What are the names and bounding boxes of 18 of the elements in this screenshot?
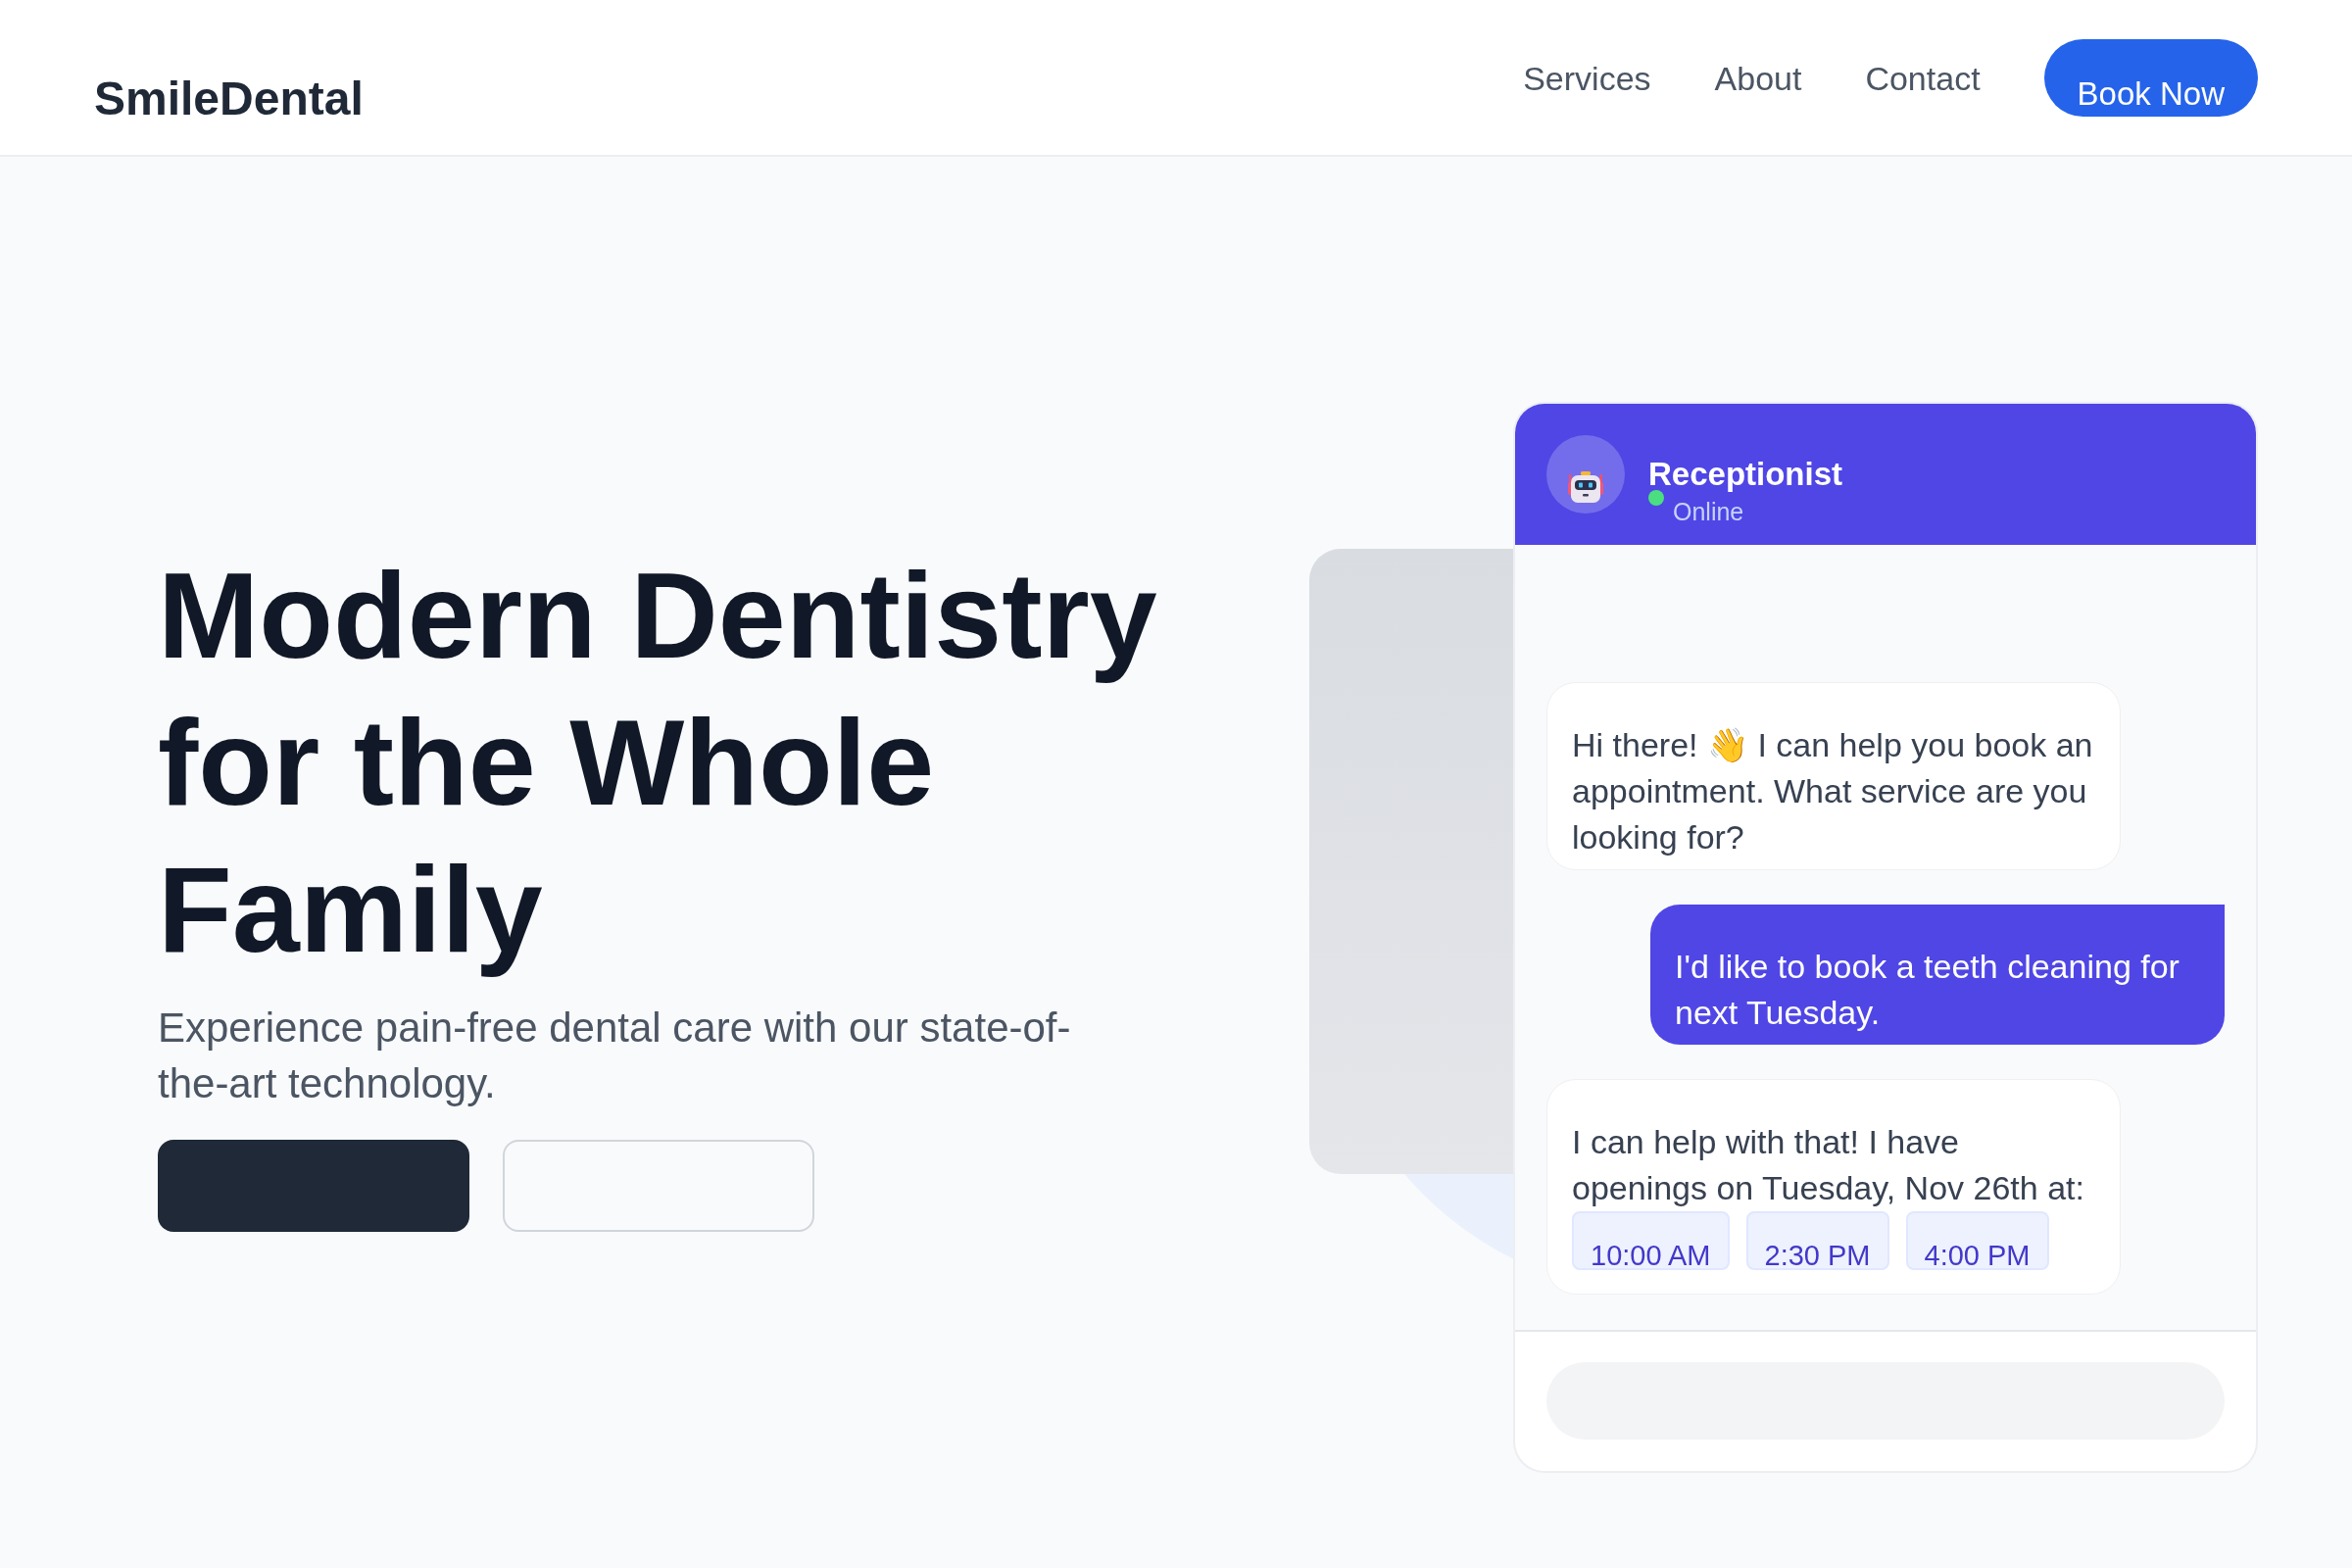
message-text: I'd like to book a teeth cleaning for next Tuesday. <box>1675 947 2180 1033</box>
time-slot-button[interactable]: 2:30 PM <box>1745 1211 1889 1270</box>
nav-link[interactable]: About <box>1714 58 1802 98</box>
logo[interactable]: SmileDental <box>94 71 364 127</box>
robot-icon <box>1546 435 1625 514</box>
nav-link[interactable]: Services <box>1523 58 1651 98</box>
hero-heading: Modern Dentistry for the Whole Family <box>158 547 1158 979</box>
time-slot-button[interactable]: 10:00 AM <box>1572 1211 1730 1270</box>
hero-subtitle: Experience pain-free dental care with our state-of-the-art technology. <box>158 1004 1072 1108</box>
message-text: I can help with that! I have openings on Tuesday, Nov 26th at: <box>1572 1122 2085 1208</box>
nav-link[interactable]: Contact <box>1865 58 1981 98</box>
secondary-button[interactable] <box>503 1140 814 1232</box>
book-now-button[interactable]: Book Now <box>2043 39 2258 117</box>
time-slot-button[interactable]: 4:00 PM <box>1905 1211 2049 1270</box>
status-text: Online <box>1673 496 1744 526</box>
message-text: Hi there! 👋 I can help you book an appointment. What service are you looking for? <box>1572 725 2094 858</box>
assistant-name: Receptionist <box>1648 454 1843 494</box>
primary-button[interactable] <box>158 1140 469 1232</box>
